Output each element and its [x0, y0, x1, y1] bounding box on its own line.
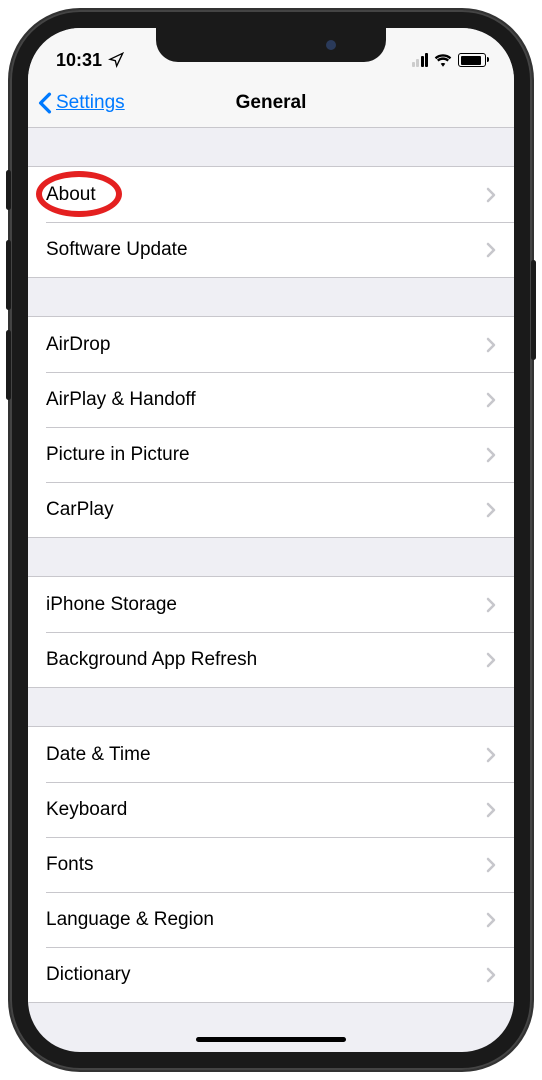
- chevron-left-icon: [38, 92, 52, 114]
- status-right: [412, 53, 487, 67]
- settings-section: AirDrop AirPlay & Handoff Picture in Pictu…: [28, 316, 514, 538]
- wifi-icon: [434, 53, 452, 67]
- signal-icon: [412, 53, 429, 67]
- chevron-right-icon: [486, 802, 496, 818]
- settings-row-about[interactable]: About: [28, 167, 514, 222]
- chevron-right-icon: [486, 337, 496, 353]
- row-label: Date & Time: [46, 744, 151, 766]
- chevron-right-icon: [486, 967, 496, 983]
- row-label: AirDrop: [46, 334, 110, 356]
- row-label: Language & Region: [46, 909, 214, 931]
- front-camera: [326, 40, 336, 50]
- row-label: Background App Refresh: [46, 649, 257, 671]
- volume-down-button: [6, 330, 11, 400]
- back-label: Settings: [56, 92, 125, 114]
- status-left: 10:31: [56, 50, 124, 71]
- settings-row-airdrop[interactable]: AirDrop: [28, 317, 514, 372]
- chevron-right-icon: [486, 502, 496, 518]
- settings-row-date-time[interactable]: Date & Time: [28, 727, 514, 782]
- screen: 10:31: [28, 28, 514, 1052]
- content-scroll[interactable]: About Software Update AirDrop AirPlay & Han…: [28, 128, 514, 1052]
- home-indicator[interactable]: [196, 1037, 346, 1042]
- mute-switch: [6, 170, 11, 210]
- back-button[interactable]: Settings: [38, 92, 125, 114]
- row-label: CarPlay: [46, 499, 114, 521]
- settings-row-language-region[interactable]: Language & Region: [28, 892, 514, 947]
- chevron-right-icon: [486, 597, 496, 613]
- settings-row-keyboard[interactable]: Keyboard: [28, 782, 514, 837]
- chevron-right-icon: [486, 187, 496, 203]
- chevron-right-icon: [486, 652, 496, 668]
- row-label: Dictionary: [46, 964, 130, 986]
- settings-row-airplay-handoff[interactable]: AirPlay & Handoff: [28, 372, 514, 427]
- settings-row-picture-in-picture[interactable]: Picture in Picture: [28, 427, 514, 482]
- row-label: AirPlay & Handoff: [46, 389, 196, 411]
- power-button: [531, 260, 536, 360]
- battery-icon: [458, 53, 486, 67]
- row-label: Keyboard: [46, 799, 127, 821]
- row-label: About: [46, 184, 96, 206]
- settings-row-carplay[interactable]: CarPlay: [28, 482, 514, 537]
- chevron-right-icon: [486, 912, 496, 928]
- row-label: Fonts: [46, 854, 94, 876]
- chevron-right-icon: [486, 857, 496, 873]
- nav-title: General: [236, 92, 307, 114]
- settings-row-dictionary[interactable]: Dictionary: [28, 947, 514, 1002]
- settings-section: About Software Update: [28, 166, 514, 278]
- chevron-right-icon: [486, 392, 496, 408]
- settings-row-software-update[interactable]: Software Update: [28, 222, 514, 277]
- row-label: iPhone Storage: [46, 594, 177, 616]
- settings-section: iPhone Storage Background App Refresh: [28, 576, 514, 688]
- settings-row-iphone-storage[interactable]: iPhone Storage: [28, 577, 514, 632]
- settings-row-fonts[interactable]: Fonts: [28, 837, 514, 892]
- nav-bar: Settings General: [28, 78, 514, 128]
- chevron-right-icon: [486, 242, 496, 258]
- location-icon: [108, 52, 124, 68]
- settings-section: Date & Time Keyboard Fonts Language & Regio…: [28, 726, 514, 1003]
- notch: [156, 28, 386, 62]
- chevron-right-icon: [486, 747, 496, 763]
- chevron-right-icon: [486, 447, 496, 463]
- settings-row-background-app-refresh[interactable]: Background App Refresh: [28, 632, 514, 687]
- status-time: 10:31: [56, 50, 102, 71]
- device-frame: 10:31: [10, 10, 532, 1070]
- row-label: Picture in Picture: [46, 444, 190, 466]
- volume-up-button: [6, 240, 11, 310]
- row-label: Software Update: [46, 239, 188, 261]
